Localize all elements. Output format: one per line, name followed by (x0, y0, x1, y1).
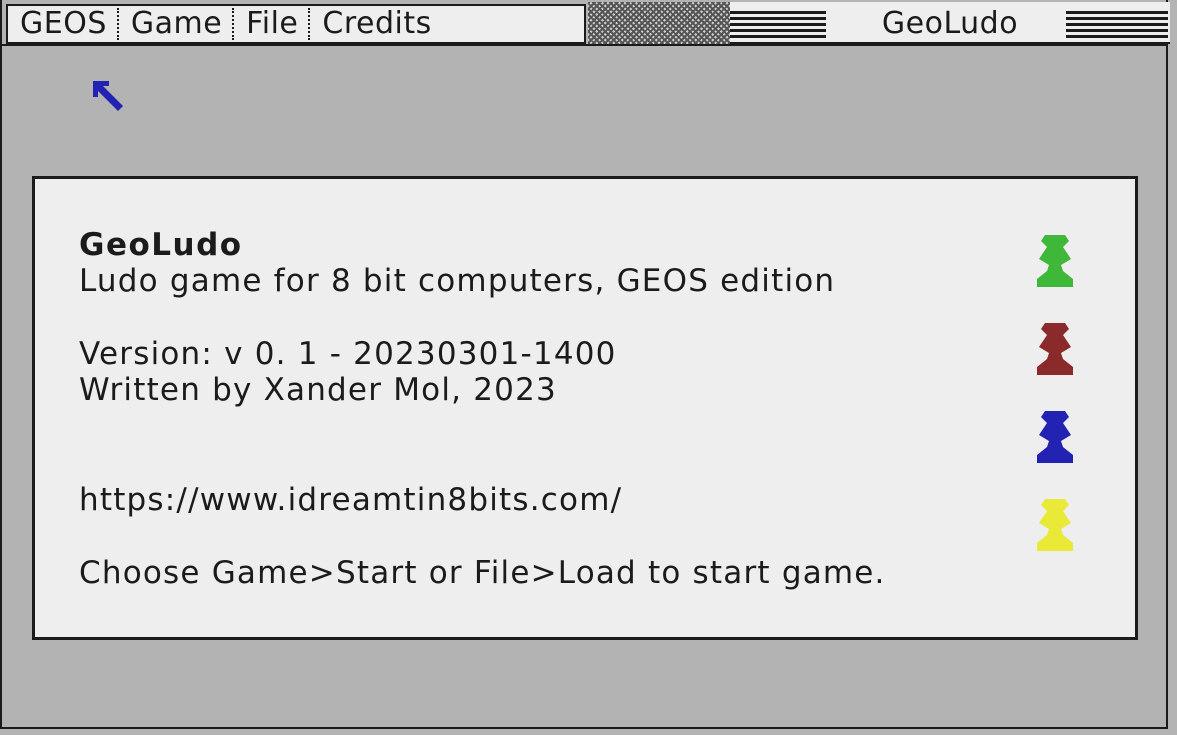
app-name: GeoLudo (79, 227, 243, 263)
menu-credits[interactable]: Credits (310, 6, 441, 41)
menu-file[interactable]: File (234, 6, 311, 41)
author-text: Written by Xander Mol, 2023 (79, 372, 557, 408)
title-dither-pattern (588, 2, 730, 44)
window-title: GeoLudo (881, 6, 1019, 41)
menu-geos[interactable]: GEOS (8, 6, 119, 41)
title-stripes-right (1066, 11, 1168, 39)
mouse-pointer-icon (93, 81, 123, 111)
title-stripes-left (730, 11, 826, 39)
start-instruction: Choose Game>Start or File>Load to start … (79, 555, 886, 591)
menu-game[interactable]: Game (119, 6, 235, 41)
green-pawn-icon (1037, 235, 1073, 287)
menubar-divider (0, 44, 1168, 46)
window-title-bar: GeoLudo (730, 2, 1170, 44)
app-tagline: Ludo game for 8 bit computers, GEOS edit… (79, 263, 836, 299)
blue-pawn-icon (1037, 411, 1073, 463)
version-text: Version: v 0. 1 - 20230301-1400 (79, 336, 617, 372)
info-panel: GeoLudo Ludo game for 8 bit computers, G… (32, 176, 1138, 640)
website-url: https://www.idreamtin8bits.com/ (79, 482, 623, 518)
red-pawn-icon (1037, 323, 1073, 375)
menu-bar: GEOS Game File Credits (6, 4, 586, 44)
yellow-pawn-icon (1037, 499, 1073, 551)
